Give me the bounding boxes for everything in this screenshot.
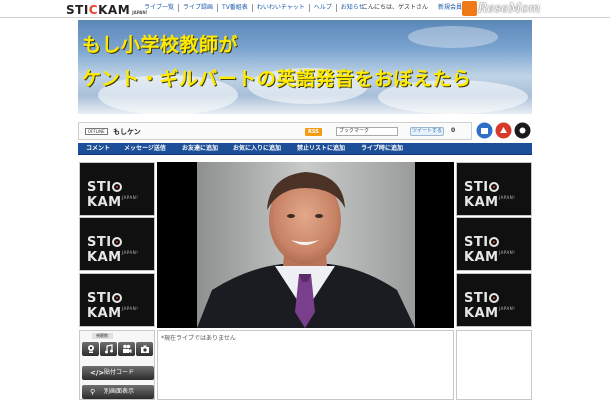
tile-logo: STIKAM [87, 180, 122, 210]
top-nav: ライブ一覧 ライブ録画 TV番組表 わいわいチャット ヘルプ お知らせ [140, 4, 369, 12]
red-share-icon[interactable] [495, 122, 512, 139]
channel-banner: もし小学校教師が ケント・ギルバートの英語発音をおぼえたら [78, 20, 532, 114]
bookmark-button[interactable]: ブックマーク [336, 127, 398, 136]
action-add-favorite[interactable]: お気に入りに追加 [233, 143, 281, 155]
side-tile-right-3[interactable]: STIKAM JAPAN! [456, 273, 532, 327]
action-bar: コメント メッセージ送信 お友達に追加 お気に入りに追加 禁止リストに追加 ライ… [78, 143, 532, 155]
watermark: ReseMom [478, 1, 541, 15]
side-tile-left-1[interactable]: STIKAM JAPAN! [79, 162, 155, 216]
tile-logo: STIKAM [87, 291, 122, 321]
tweet-button[interactable]: ツイートする [410, 127, 444, 136]
tile-logo: STIKAM [464, 291, 499, 321]
site-logo[interactable]: STICKAM JAPAN! [66, 1, 148, 17]
nav-tv-schedule[interactable]: TV番組表 [218, 4, 253, 12]
tile-logo-sub: JAPAN! [122, 250, 139, 255]
control-panel: 視聴数: </> 貼付コード ⚲ 別画面表示 [79, 330, 155, 400]
movie-camera-icon[interactable] [118, 342, 135, 356]
music-icon[interactable] [100, 342, 117, 356]
right-panel [456, 330, 532, 400]
nav-live-list[interactable]: ライブ一覧 [140, 4, 180, 12]
channel-name: もしケン [113, 128, 141, 136]
side-tile-left-2[interactable]: STIKAM JAPAN! [79, 217, 155, 271]
tile-logo-sub: JAPAN! [499, 195, 516, 200]
blue-share-icon[interactable] [476, 122, 493, 139]
magnifier-icon: ⚲ [90, 388, 96, 396]
tile-logo-sub: JAPAN! [499, 306, 516, 311]
top-bar: STICKAM JAPAN! ライブ一覧 ライブ録画 TV番組表 わいわいチャッ… [0, 0, 610, 18]
logo-text: STICKAM [66, 3, 131, 17]
main-video-player[interactable] [157, 162, 454, 328]
presenter-photo [157, 162, 454, 328]
nav-help[interactable]: ヘルプ [310, 4, 337, 12]
nav-live-recordings[interactable]: ライブ録画 [179, 4, 219, 12]
embed-code-label: 貼付コード [104, 369, 135, 376]
viewer-count-label: 視聴数: [92, 333, 114, 339]
nav-waiwai-chat[interactable]: わいわいチャット [253, 4, 310, 12]
action-add-live-alert[interactable]: ライブ時に追加 [361, 143, 403, 155]
photo-camera-icon[interactable] [136, 342, 153, 356]
action-send-message[interactable]: メッセージ送信 [124, 143, 166, 155]
tile-logo-sub: JAPAN! [499, 250, 516, 255]
embed-code-button[interactable]: </> 貼付コード [82, 366, 154, 380]
watermark-logo-icon [462, 1, 477, 16]
action-add-friend[interactable]: お友達に追加 [182, 143, 218, 155]
side-tile-right-1[interactable]: STIKAM JAPAN! [456, 162, 532, 216]
channel-info-bar: OFFLINE もしケン RSS ブックマーク ツイートする 0 [78, 122, 472, 140]
action-add-block[interactable]: 禁止リストに追加 [297, 143, 345, 155]
webcam-icon[interactable] [82, 342, 99, 356]
black-share-icon[interactable] [514, 122, 531, 139]
tweet-count: 0 [451, 127, 456, 134]
tile-logo: STIKAM [464, 180, 499, 210]
status-badge: OFFLINE [85, 128, 108, 135]
tile-logo-sub: JAPAN! [122, 195, 139, 200]
side-tile-right-2[interactable]: STIKAM JAPAN! [456, 217, 532, 271]
popup-window-label: 別画面表示 [104, 388, 135, 395]
popup-window-button[interactable]: ⚲ 別画面表示 [82, 385, 154, 399]
action-comment[interactable]: コメント [86, 143, 110, 155]
banner-title-line2: ケント・ギルバートの英語発音をおぼえたら [82, 68, 472, 90]
tile-logo-sub: JAPAN! [122, 306, 139, 311]
chat-area[interactable]: *現在ライブではありません [157, 330, 454, 400]
tile-logo: STIKAM [464, 235, 499, 265]
greeting-text: こんにちは、ゲストさん [362, 4, 429, 11]
tile-logo: STIKAM [87, 235, 122, 265]
banner-title-line1: もし小学校教師が [82, 34, 239, 56]
code-icon: </> [90, 369, 105, 377]
offline-notice: *現在ライブではありません [161, 335, 236, 342]
rss-button[interactable]: RSS [305, 128, 322, 136]
side-tile-left-3[interactable]: STIKAM JAPAN! [79, 273, 155, 327]
